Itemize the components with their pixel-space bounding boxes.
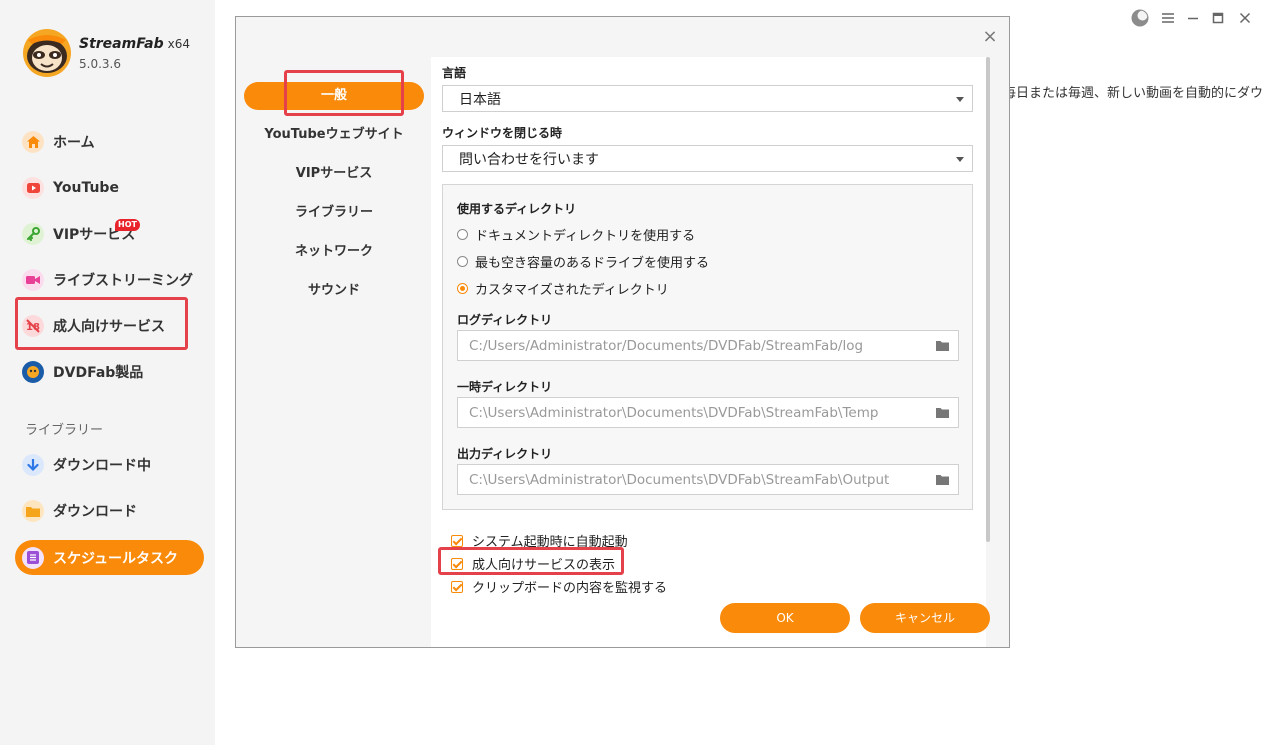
tab-vip-services[interactable]: VIPサービス — [244, 160, 424, 188]
home-icon — [22, 131, 44, 153]
sidebar-item-label: ダウンロード — [53, 504, 137, 520]
on-close-value: 問い合わせを行います — [459, 151, 599, 168]
sidebar-item-dvdfab-products[interactable]: DVDFab製品 — [15, 354, 204, 390]
highlight-general-tab — [284, 70, 404, 116]
theme-moon-icon[interactable] — [1131, 9, 1149, 27]
log-dir-label: ログディレクトリ — [457, 313, 553, 327]
checkbox[interactable] — [451, 580, 463, 593]
directory-panel: 使用するディレクトリ ドキュメントディレクトリを使用する 最も空き容量のあるドラ… — [442, 184, 973, 510]
folder-icon[interactable] — [936, 340, 949, 351]
sidebar-item-vip[interactable]: VIPサービス HOT — [15, 216, 204, 252]
streamfab-logo-icon — [23, 29, 71, 77]
sidebar-item-youtube[interactable]: YouTube — [15, 170, 204, 206]
radio-label: 最も空き容量のあるドライブを使用する — [475, 256, 710, 271]
background-description: 毎日または毎週、新しい動画を自動的にダウ — [1003, 86, 1264, 101]
output-dir-label: 出力ディレクトリ — [457, 447, 553, 461]
checkbox-monitor-clipboard[interactable]: クリップボードの内容を監視する — [451, 577, 667, 596]
hot-badge: HOT — [115, 219, 140, 231]
tab-youtube-website[interactable]: YouTubeウェブサイト — [244, 121, 424, 149]
maximize-icon[interactable] — [1209, 9, 1227, 27]
radio-most-free-drive[interactable]: 最も空き容量のあるドライブを使用する — [457, 252, 709, 271]
output-dir-input[interactable]: C:\Users\Administrator\Documents\DVDFab\… — [457, 464, 959, 495]
arch-label: x64 — [167, 37, 191, 51]
sidebar-item-live-streaming[interactable]: ライブストリーミング — [15, 262, 204, 298]
chevron-down-icon — [956, 157, 964, 162]
checkbox[interactable] — [451, 534, 463, 547]
folder-icon[interactable] — [936, 474, 949, 485]
youtube-icon — [22, 177, 44, 199]
sidebar-item-home[interactable]: ホーム — [15, 124, 204, 160]
checkbox-label: クリップボードの内容を監視する — [472, 581, 668, 596]
sidebar-item-scheduled-tasks[interactable]: スケジュールタスク — [15, 540, 204, 575]
key-icon — [22, 223, 44, 245]
task-list-icon — [22, 546, 44, 569]
language-value: 日本語 — [459, 91, 501, 108]
temp-dir-label: 一時ディレクトリ — [457, 380, 553, 394]
log-dir-path: C:/Users/Administrator/Documents/DVDFab/… — [469, 337, 864, 354]
download-arrow-icon — [22, 454, 44, 476]
radio-document-dir[interactable]: ドキュメントディレクトリを使用する — [457, 225, 695, 244]
brand-name: StreamFab x64 — [79, 36, 191, 52]
on-close-select[interactable]: 問い合わせを行います — [442, 145, 973, 172]
sidebar: StreamFab x64 5.0.3.6 ホーム YouTube VIPサービス… — [0, 0, 215, 745]
sidebar-item-label: ホーム — [53, 135, 95, 151]
highlight-adult-checkbox — [438, 547, 624, 575]
radio-label: カスタマイズされたディレクトリ — [475, 283, 669, 298]
directory-label: 使用するディレクトリ — [457, 202, 577, 216]
log-dir-input[interactable]: C:/Users/Administrator/Documents/DVDFab/… — [457, 330, 959, 361]
sidebar-item-label: ライブストリーミング — [53, 273, 193, 289]
tab-library[interactable]: ライブラリー — [244, 199, 424, 227]
video-camera-icon — [22, 269, 44, 291]
language-label: 言語 — [442, 66, 467, 80]
temp-dir-input[interactable]: C:\Users\Administrator\Documents\DVDFab\… — [457, 397, 959, 428]
scrollbar[interactable] — [986, 57, 990, 542]
on-close-label: ウィンドウを閉じる時 — [442, 126, 563, 140]
settings-dialog: × 一般 YouTubeウェブサイト VIPサービス ライブラリー ネットワーク… — [235, 16, 1010, 648]
radio-label: ドキュメントディレクトリを使用する — [475, 229, 696, 244]
sidebar-item-downloading[interactable]: ダウンロード中 — [15, 447, 204, 483]
settings-content: 言語 日本語 ウィンドウを閉じる時 問い合わせを行います 使用するディレクトリ … — [431, 57, 990, 647]
sidebar-item-label: YouTube — [53, 180, 119, 196]
sidebar-item-label: DVDFab製品 — [53, 365, 144, 381]
tab-network[interactable]: ネットワーク — [244, 238, 424, 266]
menu-icon[interactable] — [1159, 9, 1177, 27]
highlight-adult-services — [15, 297, 188, 350]
library-heading: ライブラリー — [25, 423, 104, 438]
language-select[interactable]: 日本語 — [442, 85, 973, 112]
radio-custom-dir[interactable]: カスタマイズされたディレクトリ — [457, 279, 669, 298]
radio-button[interactable] — [457, 256, 468, 267]
version-label: 5.0.3.6 — [79, 57, 121, 71]
dvdfab-icon — [22, 361, 44, 383]
cancel-button[interactable]: キャンセル — [860, 603, 990, 633]
chevron-down-icon — [956, 97, 964, 102]
minimize-icon[interactable] — [1184, 9, 1202, 27]
output-dir-path: C:\Users\Administrator\Documents\DVDFab\… — [469, 471, 890, 488]
close-icon[interactable]: × — [980, 26, 1000, 47]
ok-button[interactable]: OK — [720, 603, 850, 633]
radio-button[interactable] — [457, 283, 468, 294]
close-window-icon[interactable] — [1236, 9, 1254, 27]
temp-dir-path: C:\Users\Administrator\Documents\DVDFab\… — [469, 404, 879, 421]
folder-icon — [22, 500, 44, 522]
tab-sound[interactable]: サウンド — [244, 277, 424, 305]
sidebar-item-downloaded[interactable]: ダウンロード — [15, 493, 204, 529]
folder-icon[interactable] — [936, 407, 949, 418]
radio-button[interactable] — [457, 229, 468, 240]
sidebar-item-label: ダウンロード中 — [53, 458, 151, 474]
sidebar-item-label: スケジュールタスク — [53, 550, 179, 567]
